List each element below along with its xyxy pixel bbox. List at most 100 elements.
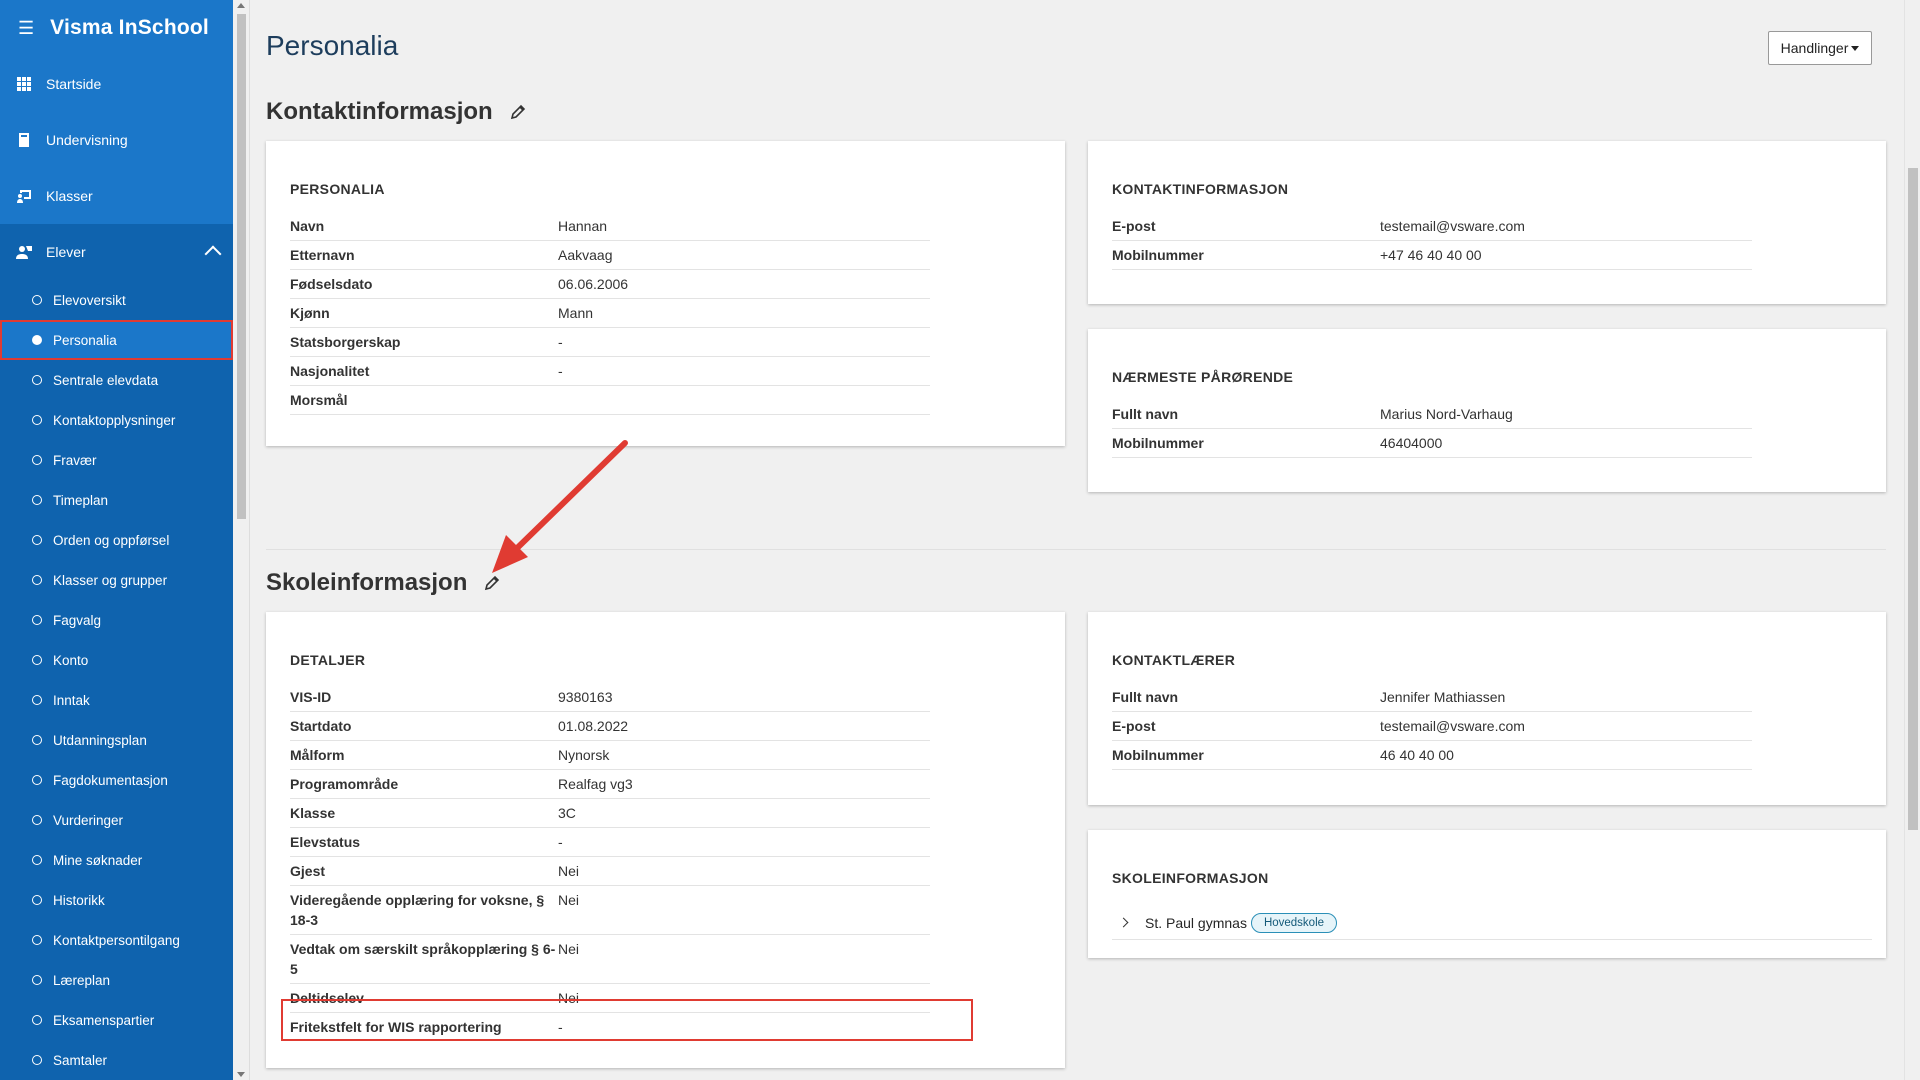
scroll-down-icon[interactable] (237, 1072, 245, 1077)
caret-down-icon (1851, 45, 1860, 51)
field-value: - (558, 334, 563, 350)
circle-icon (32, 1015, 42, 1025)
sidebar-item-personalia[interactable]: Personalia (0, 320, 233, 360)
grid-icon (17, 77, 31, 91)
sidebar-item-konto[interactable]: Konto (0, 640, 233, 680)
chevron-right-icon[interactable] (1118, 917, 1129, 928)
circle-icon (32, 895, 42, 905)
sidebar-item-sentrale-elevdata[interactable]: Sentrale elevdata (0, 360, 233, 400)
field-value: 9380163 (558, 689, 613, 705)
field-label: Elevstatus (290, 834, 361, 850)
sidebar-item-label: Sentrale elevdata (53, 372, 159, 388)
field-label: Mobilnummer (1112, 435, 1204, 451)
classroom-icon (17, 190, 31, 203)
actions-dropdown-button[interactable]: Handlinger (1768, 31, 1872, 65)
field-label: Fullt navn (1112, 406, 1179, 422)
sidebar-item-label: Personalia (53, 332, 117, 348)
sidebar-item-klasser[interactable]: Klasser (0, 168, 233, 224)
circle-icon (32, 375, 42, 385)
main-scroll-thumb[interactable] (1908, 168, 1918, 830)
circle-icon (32, 495, 42, 505)
sidebar-item-utdanningsplan[interactable]: Utdanningsplan (0, 720, 233, 760)
sidebar-item-kontaktopplysninger[interactable]: Kontaktopplysninger (0, 400, 233, 440)
highlight-annotation-box (281, 999, 973, 1041)
sidebar-item-inntak[interactable]: Inntak (0, 680, 233, 720)
sidebar-item-label: Undervisning (46, 132, 128, 148)
field-value: Hannan (558, 218, 608, 234)
sidebar-item-label: Eksamenspartier (53, 1012, 155, 1028)
pencil-edit-icon[interactable] (483, 574, 501, 592)
sidebar-item-timeplan[interactable]: Timeplan (0, 480, 233, 520)
sidebar-item-fravaer[interactable]: Fravær (0, 440, 233, 480)
field-label: Mobilnummer (1112, 247, 1204, 263)
sidebar-item-vurderinger[interactable]: Vurderinger (0, 800, 233, 840)
circle-icon (32, 775, 42, 785)
field-label: Kjønn (290, 305, 330, 321)
sidebar-item-label: Kontaktpersontilgang (53, 932, 180, 948)
sidebar-item-fagdokumentasjon[interactable]: Fagdokumentasjon (0, 760, 233, 800)
card-heading: DETALJER (290, 652, 366, 668)
field-value: Nynorsk (558, 747, 610, 763)
circle-icon (32, 655, 42, 665)
sidebar-item-orden[interactable]: Orden og oppførsel (0, 520, 233, 560)
sidebar-item-mine-soknader[interactable]: Mine søknader (0, 840, 233, 880)
field-label: Fødselsdato (290, 276, 373, 292)
circle-icon (32, 855, 42, 865)
sidebar-item-samtaler[interactable]: Samtaler (0, 1040, 233, 1080)
scroll-up-icon[interactable] (237, 3, 245, 8)
sidebar-scrollbar[interactable] (233, 0, 250, 1080)
personalia-card: PERSONALIA Navn Hannan Etternavn Aakvaag F… (266, 141, 1065, 446)
sidebar-item-kontaktpersontilgang[interactable]: Kontaktpersontilgang (0, 920, 233, 960)
app-title[interactable]: Visma InSchool (50, 16, 209, 40)
details-table: VIS-ID 9380163 Startdato 01.08.2022 Målfor… (290, 683, 930, 1042)
main-scrollbar[interactable] (1904, 0, 1920, 1080)
sidebar-item-label: Timeplan (53, 492, 109, 508)
sidebar-item-startside[interactable]: Startside (0, 56, 233, 112)
field-label: Nasjonalitet (290, 363, 370, 379)
circle-icon (32, 295, 42, 305)
sidebar-item-historikk[interactable]: Historikk (0, 880, 233, 920)
sidebar-item-fagvalg[interactable]: Fagvalg (0, 600, 233, 640)
sidebar-item-label: Fravær (53, 452, 97, 468)
field-value: testemail@vsware.com (1380, 218, 1525, 234)
field-value: +47 46 40 40 00 (1380, 247, 1482, 263)
pencil-edit-icon[interactable] (509, 103, 527, 121)
sidebar-item-label: Mine søknader (53, 852, 143, 868)
page-title: Personalia (266, 30, 399, 61)
contact-info-table: E-post testemail@vsware.com Mobilnummer +4… (1112, 212, 1752, 270)
sidebar-item-label: Startside (46, 76, 102, 92)
sidebar-item-laereplan[interactable]: Læreplan (0, 960, 233, 1000)
hamburger-menu-icon[interactable]: ☰ (18, 18, 34, 39)
school-row[interactable]: St. Paul gymnas Hovedskole (1112, 906, 1872, 940)
sidebar-item-label: Orden og oppførsel (53, 532, 170, 548)
chevron-up-icon[interactable] (204, 245, 222, 263)
sidebar-scroll-thumb[interactable] (237, 14, 246, 519)
circle-icon (32, 815, 42, 825)
circle-icon (32, 935, 42, 945)
field-label: E-post (1112, 718, 1156, 734)
contact-teacher-card: KONTAKTLÆRER Fullt navn Jennifer Mathiass… (1088, 612, 1886, 805)
sidebar-item-undervisning[interactable]: Undervisning (0, 112, 233, 168)
field-value: Nei (558, 863, 580, 879)
contact-info-card: KONTAKTINFORMASJON E-post testemail@vswar… (1088, 141, 1886, 304)
field-label: Startdato (290, 718, 352, 734)
circle-icon (32, 1055, 42, 1065)
field-value: Nei (558, 892, 580, 908)
field-label: Etternavn (290, 247, 355, 263)
field-value: Mann (558, 305, 594, 321)
field-label: Klasse (290, 805, 336, 821)
field-value: - (558, 834, 563, 850)
sidebar-item-klasser-grupper[interactable]: Klasser og grupper (0, 560, 233, 600)
sidebar-item-elever[interactable]: Elever (0, 224, 233, 280)
field-value: Marius Nord-Varhaug (1380, 406, 1513, 422)
sidebar-submenu: Elevoversikt Personalia Sentrale elevdat… (0, 280, 233, 1080)
sidebar-item-eksamenspartier[interactable]: Eksamenspartier (0, 1000, 233, 1040)
field-value: Nei (558, 941, 580, 957)
sidebar-item-label: Konto (53, 652, 89, 668)
sidebar-item-label: Inntak (53, 692, 90, 708)
sidebar-item-elevoversikt[interactable]: Elevoversikt (0, 280, 233, 320)
section-title-text: Skoleinformasjon (266, 569, 468, 596)
field-value: 3C (558, 805, 576, 821)
sidebar-item-label: Fagvalg (53, 612, 102, 628)
section-title-text: Kontaktinformasjon (266, 98, 493, 125)
